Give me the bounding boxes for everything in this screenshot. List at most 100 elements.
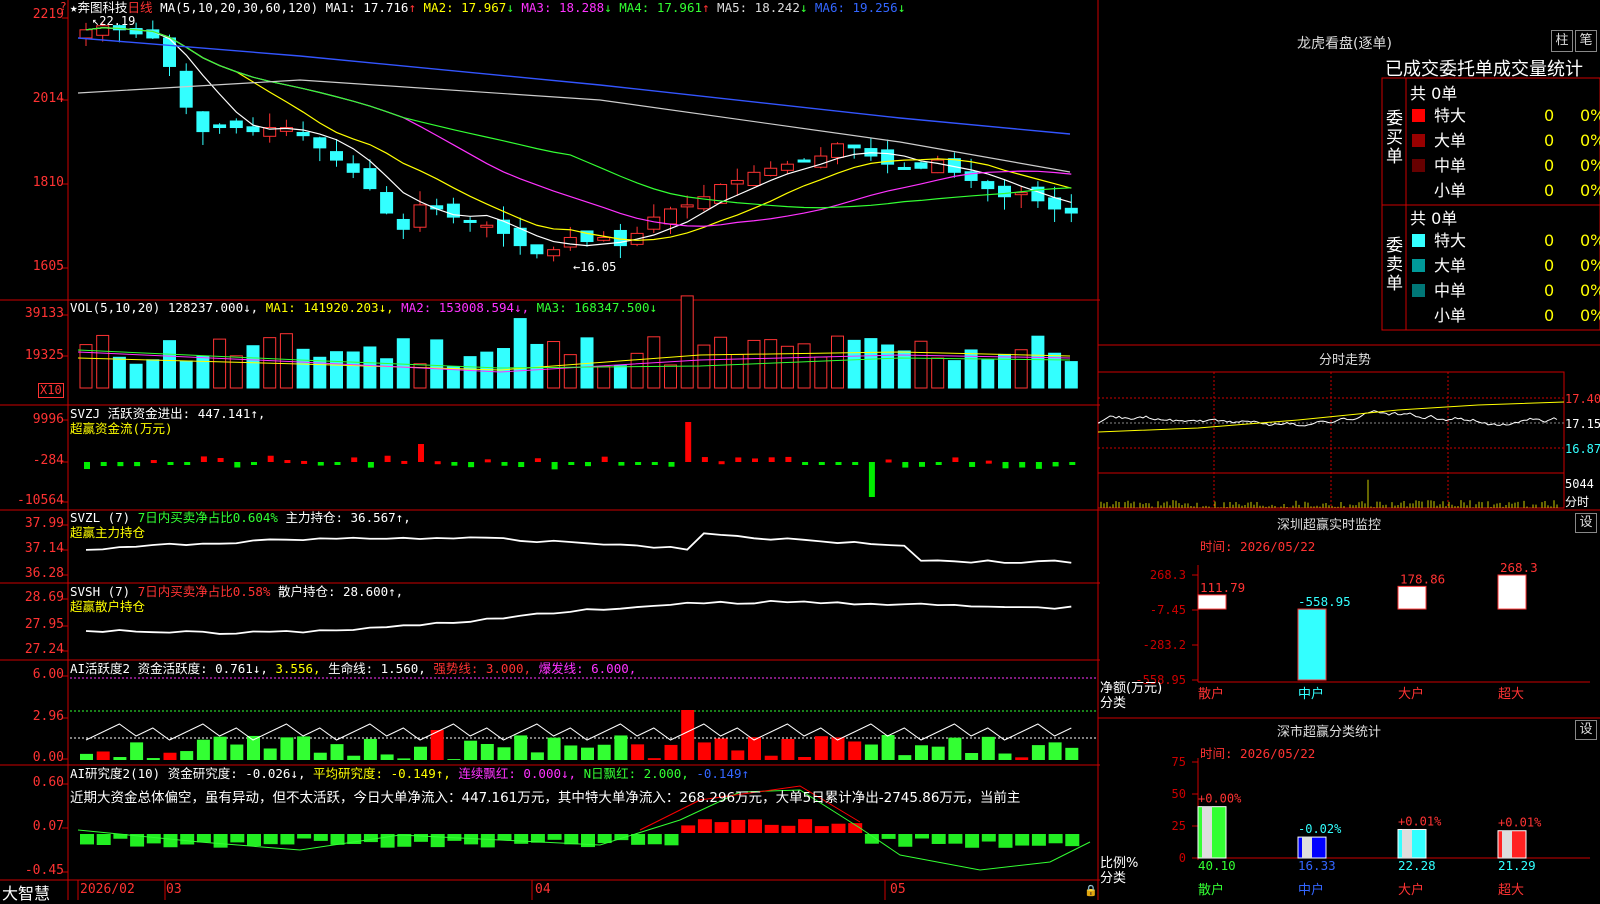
color-swatch-icon — [1412, 309, 1425, 322]
candle-body — [1048, 197, 1062, 210]
lhb-row: 大单 0 0% — [1408, 129, 1600, 153]
ma-line — [85, 27, 1072, 247]
vol-ma3: MA3: 168347.500↓ — [536, 300, 658, 315]
intraday-price: 17.40 — [1565, 392, 1600, 406]
ai-research-nday: N日飘红: 2.000, — [583, 766, 689, 781]
volume-bar — [897, 350, 911, 389]
fund-flow-bar — [785, 456, 792, 462]
candle-body — [497, 219, 510, 234]
research-bar — [430, 834, 445, 848]
research-bar — [313, 834, 328, 841]
buy-side-label: 委买单 — [1386, 109, 1403, 167]
fund-flow-bar — [134, 462, 141, 467]
volume-bar — [513, 318, 527, 389]
vol-ma1: MA1: 141920.203↓, — [265, 300, 394, 315]
lhb-row: 特大 0 0% — [1408, 229, 1600, 253]
y-tick-label: 268.3 — [1150, 568, 1186, 582]
activity-bar — [113, 757, 127, 760]
volume-bar — [246, 345, 260, 389]
candle-body — [831, 143, 844, 158]
activity-bar — [530, 752, 544, 760]
activity-bar — [230, 744, 244, 760]
activity-bar — [748, 737, 761, 760]
activity-bar — [397, 758, 411, 760]
intraday-price: 17.15 — [1565, 417, 1600, 431]
high-price-mark: ↖22.19 — [92, 14, 136, 28]
activity-bar — [831, 737, 845, 760]
color-swatch-icon — [1412, 184, 1425, 197]
ratio-bar-highlight — [1302, 837, 1312, 858]
activity-bar — [363, 738, 377, 760]
ai-research-cont: 连续飘红: 0.000↓, — [458, 766, 577, 781]
period-label[interactable]: 日线 — [128, 0, 153, 15]
net-amount-bar — [1497, 574, 1527, 610]
stock-name: 奔图科技 — [77, 0, 128, 15]
fund-flow-bar — [1052, 462, 1059, 467]
lock-icon[interactable]: 🔒 — [1084, 884, 1098, 897]
fund-flow-bar — [384, 455, 391, 462]
sz-monitor-title: 深圳超赢实时监控 — [1277, 518, 1382, 533]
activity-bar — [297, 736, 311, 760]
lhb-row-percent: 0% — [1580, 181, 1600, 200]
fund-flow-bar — [969, 462, 976, 467]
candle-body — [1014, 192, 1028, 196]
activity-bar — [781, 738, 795, 760]
fund-flow-bar — [885, 459, 892, 463]
candle-body — [563, 236, 577, 248]
volume-bar — [914, 340, 928, 389]
fund-flow-bar — [601, 456, 608, 462]
color-swatch-icon — [1412, 234, 1425, 247]
activity-bar — [915, 745, 928, 760]
class-settings-button[interactable]: 设 — [1575, 720, 1597, 740]
activity-bar — [280, 737, 294, 760]
tick-view-button[interactable]: 笔 — [1575, 30, 1597, 52]
bar-value-label: 111.79 — [1200, 580, 1245, 595]
activity-bar — [96, 751, 110, 760]
activity-bar — [814, 736, 828, 760]
research-bar — [831, 823, 846, 833]
ma-arrow: ↓ — [506, 0, 514, 15]
y-tick: -284 — [32, 453, 64, 468]
favorite-star-icon[interactable]: ★ — [70, 0, 78, 15]
ai-research-name: AI研究度2(10) — [70, 766, 161, 781]
volume-bar — [296, 348, 310, 389]
bar-value-label: -558.95 — [1298, 594, 1351, 609]
vol-header: VOL(5,10,20) 128237.000↓, MA1: 141920.20… — [70, 300, 657, 315]
volume-bar — [714, 336, 728, 389]
lhb-row: 特大 0 0% — [1408, 104, 1600, 128]
research-bar — [96, 834, 111, 845]
volume-bar — [530, 343, 544, 389]
activity-bar — [313, 752, 327, 760]
lhb-row-value: 0 — [1544, 181, 1555, 200]
lhb-row-percent: 0% — [1580, 281, 1600, 300]
ma-values: MA1: 17.716↑ MA2: 17.967↓ MA3: 18.288↓ M… — [326, 0, 906, 15]
volume-bar — [797, 343, 811, 389]
monitor-settings-button[interactable]: 设 — [1575, 513, 1597, 533]
intraday-price: 16.87 — [1565, 442, 1600, 456]
volume-bar — [363, 346, 377, 389]
candle-body — [530, 244, 544, 255]
research-bar — [80, 834, 94, 845]
candle-body — [547, 249, 561, 257]
activity-bar — [898, 755, 912, 760]
candle-body — [79, 29, 93, 39]
activity-bar — [547, 737, 561, 760]
lhb-row-name: 小单 — [1434, 181, 1467, 200]
chart-area[interactable] — [0, 0, 1100, 900]
sell-side-label: 委卖单 — [1386, 236, 1403, 294]
research-bar — [1031, 834, 1046, 846]
y-tick: 1810 — [32, 175, 64, 190]
low-price-mark: ←16.05 — [573, 260, 617, 274]
ratio-bar-highlight — [1402, 829, 1412, 858]
research-bar — [247, 834, 261, 846]
bar-view-button[interactable]: 柱 — [1551, 30, 1573, 52]
y-tick: 19325 — [24, 348, 64, 363]
intraday-title: 分时走势 — [1319, 353, 1372, 368]
research-bar — [647, 834, 662, 845]
date-label: 03 — [166, 882, 182, 897]
activity-bar — [414, 746, 427, 760]
y-tick: -0.45 — [24, 863, 64, 878]
fund-flow-bar — [651, 462, 658, 465]
svzl-label: 7日内买卖净占比0.604% — [137, 510, 278, 525]
volume-bar — [346, 351, 360, 389]
